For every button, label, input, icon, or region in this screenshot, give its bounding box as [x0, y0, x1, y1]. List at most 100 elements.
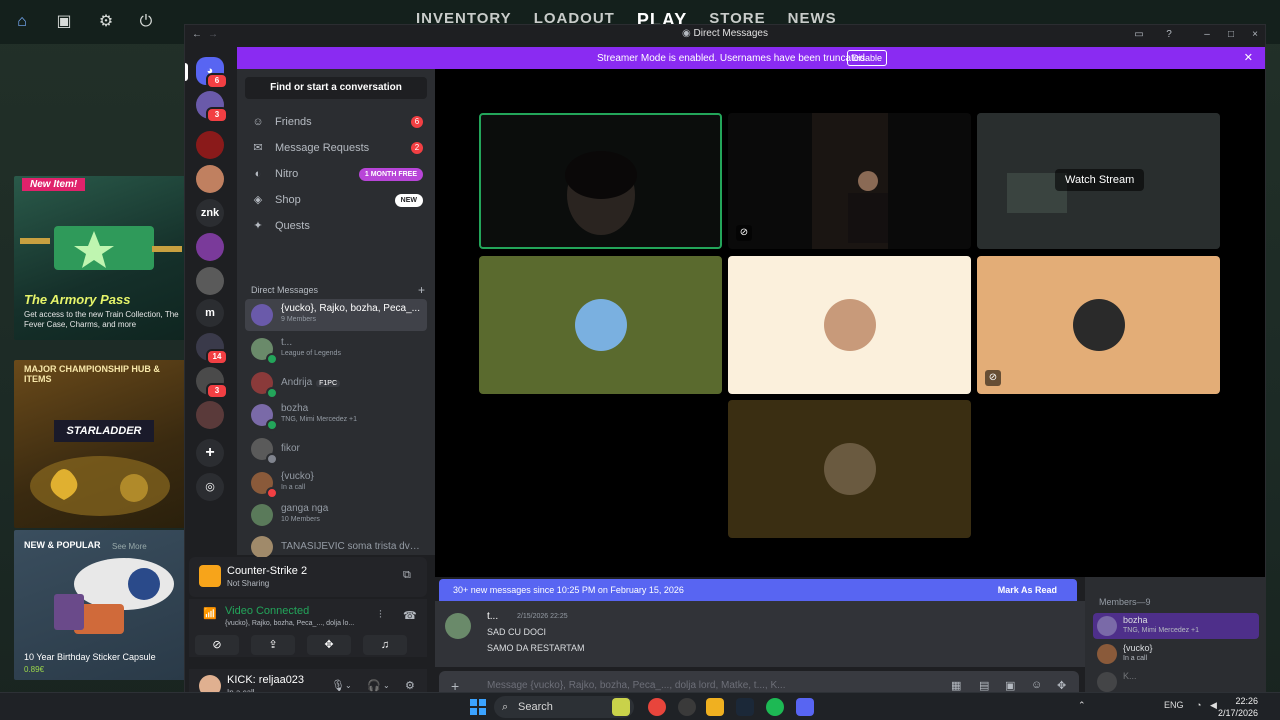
back-arrow-icon[interactable]: ←	[189, 27, 205, 43]
lang-indicator[interactable]: ENG	[1164, 700, 1184, 710]
server-icon-purple[interactable]	[196, 233, 224, 261]
server-icon-gray[interactable]	[196, 267, 224, 295]
headphones-icon[interactable]: 🎧	[367, 679, 381, 692]
see-more-link[interactable]: See More	[112, 542, 147, 551]
mic-chevron-icon[interactable]: ⌄	[345, 681, 352, 690]
dm-item-t[interactable]: t... League of Legends	[245, 333, 427, 365]
nav-nitro[interactable]: ◐ Nitro 1 MONTH FREE	[245, 161, 427, 187]
group-dm-avatar[interactable]: 3	[196, 91, 228, 123]
power-icon[interactable]: ⏻	[136, 12, 156, 32]
user-name: KICK: reljaa023	[227, 674, 305, 686]
home-icon[interactable]: ⌂	[12, 12, 32, 32]
headphones-chevron-icon[interactable]: ⌄	[383, 681, 390, 690]
start-button[interactable]	[470, 699, 486, 715]
member-activity: In a call	[1123, 655, 1148, 662]
close-window-button[interactable]: ×	[1247, 27, 1263, 43]
file-explorer-icon[interactable]	[706, 698, 724, 716]
member-item[interactable]: {vucko} In a call	[1093, 641, 1259, 667]
gif-icon[interactable]: ▤	[979, 679, 989, 692]
nav-friends[interactable]: ☺ Friends 6	[245, 109, 427, 135]
forward-arrow-icon[interactable]: →	[205, 27, 221, 43]
disconnect-icon[interactable]: ☎	[403, 609, 417, 622]
gear-icon[interactable]: ⚙	[96, 12, 116, 32]
create-dm-icon[interactable]: +	[418, 283, 425, 297]
camera-off-button[interactable]: ⊘	[195, 635, 239, 655]
activities-button[interactable]: ✥	[307, 635, 351, 655]
taskbar-clock[interactable]: 22:26 2/17/2026	[1218, 695, 1258, 719]
dm-avatar	[251, 536, 273, 558]
member-item[interactable]: bozha TNG, Mimi Mercedez +1	[1093, 613, 1259, 639]
requests-label: Message Requests	[275, 142, 370, 154]
share-screen-icon[interactable]: ⧉	[403, 569, 411, 582]
server-m[interactable]: m	[196, 299, 224, 327]
minimize-button[interactable]: –	[1199, 27, 1215, 43]
group-badge: 3	[206, 107, 228, 123]
nav-message-requests[interactable]: ✉ Message Requests 2	[245, 135, 427, 161]
add-server-icon[interactable]: +	[196, 439, 224, 467]
noise-suppression-icon[interactable]: ⫶	[379, 609, 382, 622]
video-tile-webcam[interactable]: ⊘	[728, 113, 971, 249]
server-icon-red[interactable]	[196, 131, 224, 159]
sticker-icon[interactable]: ▣	[1005, 679, 1015, 692]
voice-status[interactable]: Video Connected	[225, 605, 309, 617]
spotify-icon[interactable]	[766, 698, 784, 716]
stream-tile[interactable]: Watch Stream	[977, 113, 1220, 249]
video-tile-speaking[interactable]	[479, 113, 722, 249]
message-author[interactable]: t...	[487, 611, 498, 622]
watch-stream-button[interactable]: Watch Stream	[1055, 169, 1145, 191]
help-icon[interactable]: ?	[1161, 27, 1177, 43]
dm-item-ganga[interactable]: ganga nga 10 Members	[245, 499, 427, 531]
armory-pass-card[interactable]: New Item! The Armory Pass Get access to …	[14, 176, 186, 340]
nitro-label: Nitro	[275, 168, 299, 180]
dm-name: Andrija F1PC	[281, 377, 423, 388]
disable-streamer-button[interactable]: Disable	[847, 50, 888, 66]
find-conversation-button[interactable]: Find or start a conversation	[245, 77, 427, 99]
server-folder[interactable]: 14	[196, 333, 228, 365]
mark-as-read-button[interactable]: Mark As Read	[998, 585, 1057, 595]
tv-icon[interactable]: ▣	[54, 12, 74, 32]
steam-icon[interactable]	[736, 698, 754, 716]
dm-item-andrija[interactable]: Andrija F1PC	[245, 367, 427, 399]
message-input[interactable]: Message {vucko}, Rajko, bozha, Peca_...,…	[487, 680, 786, 691]
dm-item-vucko[interactable]: {vucko} In a call	[245, 467, 427, 499]
dm-item-bozha[interactable]: bozha TNG, Mimi Mercedez +1	[245, 399, 427, 431]
maximize-button[interactable]: □	[1223, 27, 1239, 43]
dm-item-group[interactable]: {vucko}, Rajko, bozha, Peca_... 9 Member…	[245, 299, 427, 331]
signal-icon[interactable]: 📶	[203, 607, 217, 620]
dm-item-fikor[interactable]: fikor	[245, 433, 427, 465]
message-avatar[interactable]	[445, 613, 471, 639]
close-banner-icon[interactable]: ✕	[1244, 51, 1253, 64]
home-dm-button[interactable]: ◕ 6	[196, 57, 228, 89]
discord-taskbar-icon[interactable]	[796, 698, 814, 716]
new-popular-card[interactable]: NEW & POPULAR See More 10 Year Birthday …	[14, 530, 186, 680]
chrome-icon[interactable]	[648, 698, 666, 716]
new-messages-bar[interactable]: 30+ new messages since 10:25 PM on Febru…	[439, 579, 1077, 601]
emoji-icon[interactable]: ☺	[1031, 679, 1042, 691]
dm-name: ganga nga	[281, 503, 329, 514]
tray-chevron-icon[interactable]: ⌃	[1078, 700, 1086, 711]
user-avatar-server[interactable]	[196, 165, 224, 193]
settings-gear-icon[interactable]: ⚙	[405, 679, 415, 692]
inbox-icon[interactable]: ▭	[1131, 27, 1147, 43]
gift-icon[interactable]: ▦	[951, 679, 961, 692]
major-championship-card[interactable]: MAJOR CHAMPIONSHIP HUB & ITEMS STARLADDE…	[14, 360, 186, 528]
wifi-icon[interactable]: ◔	[1196, 700, 1201, 710]
avatar-tile-1[interactable]	[479, 256, 722, 394]
screen-share-button[interactable]: ⇪	[251, 635, 295, 655]
volume-icon[interactable]: ◀	[1210, 700, 1217, 711]
avatar-tile-3[interactable]: ⊘	[977, 256, 1220, 394]
apps-icon[interactable]: ✥	[1057, 679, 1066, 692]
avatar-tile-2[interactable]	[728, 256, 971, 394]
server-folder-3[interactable]	[196, 401, 224, 429]
app-icon-game[interactable]	[612, 698, 630, 716]
f1pc-tag: F1PC	[316, 380, 341, 387]
avatar-tile-4[interactable]	[728, 400, 971, 538]
app-icon-circle[interactable]	[678, 698, 696, 716]
microphone-icon[interactable]: 🎙	[331, 679, 345, 692]
server-folder-2[interactable]: 3	[196, 367, 228, 399]
discover-icon[interactable]: ◎	[196, 473, 224, 501]
nav-shop[interactable]: ◈ Shop NEW	[245, 187, 427, 213]
nav-quests[interactable]: ✦ Quests	[245, 213, 427, 239]
server-znk[interactable]: znk	[196, 199, 224, 227]
soundboard-button[interactable]: ♫	[363, 635, 407, 655]
